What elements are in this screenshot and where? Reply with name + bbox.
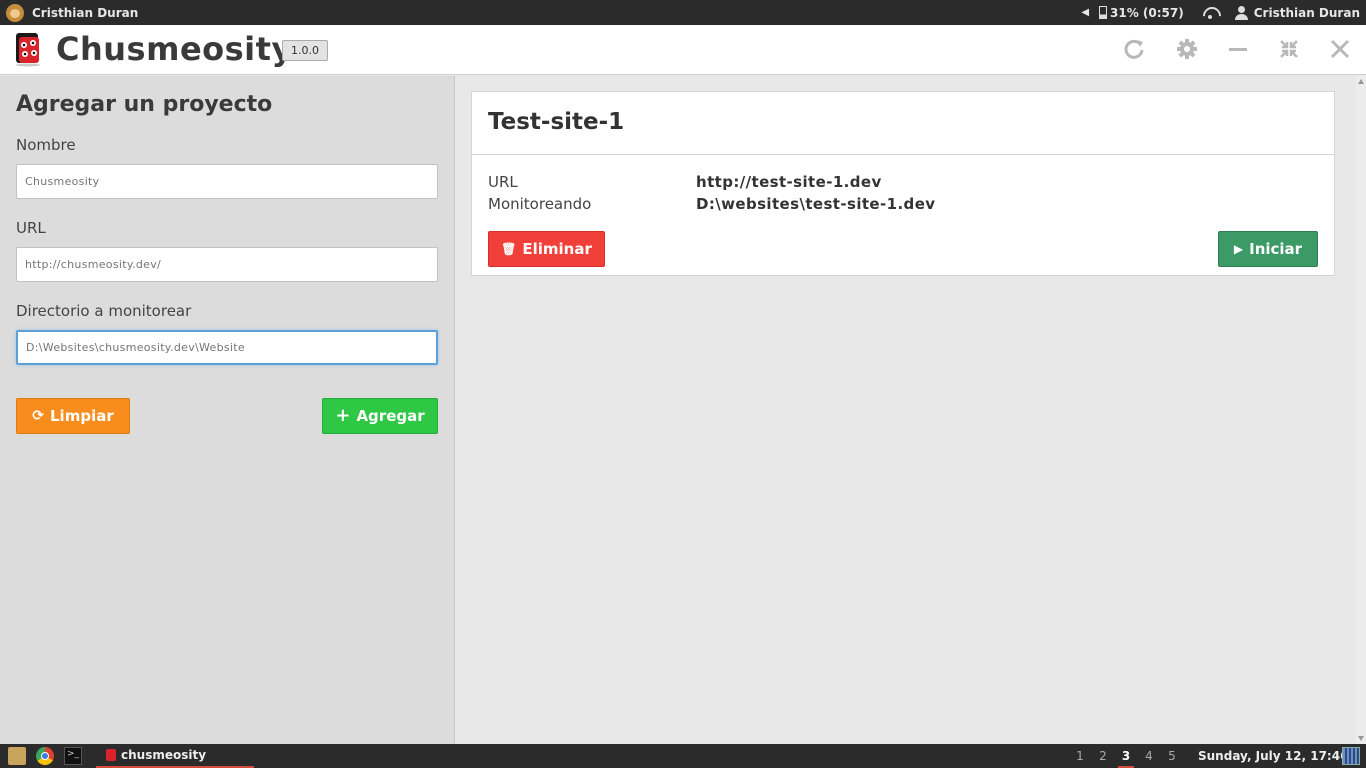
- workspace-3[interactable]: 3: [1118, 744, 1134, 768]
- minimize-button[interactable]: [1226, 37, 1250, 61]
- app-logo-icon: [16, 33, 40, 67]
- user-menu[interactable]: Cristhian Duran: [1234, 5, 1360, 20]
- minimize-icon: [1229, 48, 1247, 51]
- workspace-1[interactable]: 1: [1072, 744, 1088, 768]
- gear-icon: [1177, 39, 1197, 59]
- play-icon: ▶: [1233, 242, 1244, 256]
- app-header: Chusmeosity 1.0.0: [0, 25, 1366, 75]
- workspace-5[interactable]: 5: [1164, 744, 1180, 768]
- refresh-button[interactable]: [1122, 37, 1146, 61]
- user-icon: [1234, 5, 1248, 20]
- project-monitor-value: D:\websites\test-site-1.dev: [696, 195, 936, 213]
- directory-input[interactable]: [16, 330, 438, 365]
- start-button[interactable]: ▶ Iniciar: [1218, 231, 1318, 267]
- version-badge: 1.0.0: [282, 40, 328, 61]
- trash-icon: 🗑: [501, 242, 517, 256]
- app-logo-small-icon: [106, 749, 116, 761]
- user-menu-name: Cristhian Duran: [1253, 5, 1360, 20]
- delete-button-label: Eliminar: [522, 240, 592, 258]
- scroll-up-icon[interactable]: [1358, 79, 1364, 84]
- chevron-left-icon[interactable]: ◀: [1081, 7, 1089, 18]
- scroll-down-icon[interactable]: [1358, 736, 1364, 741]
- project-card: Test-site-1 URL http://test-site-1.dev M…: [471, 91, 1335, 276]
- monkey-icon[interactable]: [6, 3, 24, 22]
- add-project-panel: Agregar un proyecto Nombre URL Directori…: [0, 76, 455, 744]
- clock[interactable]: Sunday, July 12, 17:46: [1198, 744, 1348, 768]
- clear-button[interactable]: ⟳ Limpiar: [16, 398, 130, 434]
- name-input[interactable]: [16, 164, 438, 199]
- terminal-icon[interactable]: >_: [64, 747, 82, 765]
- add-button-label: Agregar: [356, 407, 425, 425]
- taskbar-item-chusmeosity[interactable]: chusmeosity: [96, 744, 254, 768]
- project-url-value: http://test-site-1.dev: [696, 173, 882, 191]
- card-divider: [472, 154, 1334, 155]
- system-user-name[interactable]: Cristhian Duran: [32, 6, 138, 20]
- scrollbar[interactable]: [1356, 76, 1366, 744]
- settings-button[interactable]: [1175, 37, 1199, 61]
- close-button[interactable]: [1328, 37, 1352, 61]
- add-button[interactable]: + Agregar: [322, 398, 438, 434]
- form-title: Agregar un proyecto: [16, 92, 273, 117]
- close-icon: [1330, 39, 1350, 59]
- taskbar: >_ chusmeosity 1 2 3 4 5 Sunday, July 12…: [0, 744, 1366, 768]
- show-desktop-icon[interactable]: [1342, 747, 1360, 765]
- restore-button[interactable]: [1277, 37, 1301, 61]
- app-title: Chusmeosity: [56, 30, 293, 68]
- taskbar-item-label: chusmeosity: [121, 748, 207, 762]
- chrome-icon[interactable]: [36, 747, 54, 765]
- plus-icon: +: [335, 405, 351, 426]
- wifi-icon[interactable]: [1202, 7, 1218, 19]
- refresh-icon: ⟳: [32, 408, 44, 424]
- clear-button-label: Limpiar: [50, 407, 114, 425]
- url-input[interactable]: [16, 247, 438, 282]
- workspace-4[interactable]: 4: [1141, 744, 1157, 768]
- battery-text: 31% (0:57): [1110, 5, 1184, 20]
- files-icon[interactable]: [8, 747, 26, 765]
- name-label: Nombre: [16, 136, 76, 154]
- directory-label: Directorio a monitorear: [16, 302, 192, 320]
- delete-button[interactable]: 🗑 Eliminar: [488, 231, 605, 267]
- system-top-bar: Cristhian Duran ◀ 31% (0:57) Cristhian D…: [0, 0, 1366, 25]
- refresh-icon: [1124, 39, 1144, 59]
- battery-icon: [1099, 6, 1108, 19]
- project-title: Test-site-1: [488, 109, 625, 135]
- project-monitor-key: Monitoreando: [488, 195, 592, 213]
- url-label: URL: [16, 219, 46, 237]
- project-url-key: URL: [488, 173, 518, 191]
- workspace-2[interactable]: 2: [1095, 744, 1111, 768]
- battery-indicator[interactable]: 31% (0:57): [1099, 6, 1184, 20]
- start-button-label: Iniciar: [1249, 240, 1303, 258]
- compress-icon: [1280, 40, 1298, 58]
